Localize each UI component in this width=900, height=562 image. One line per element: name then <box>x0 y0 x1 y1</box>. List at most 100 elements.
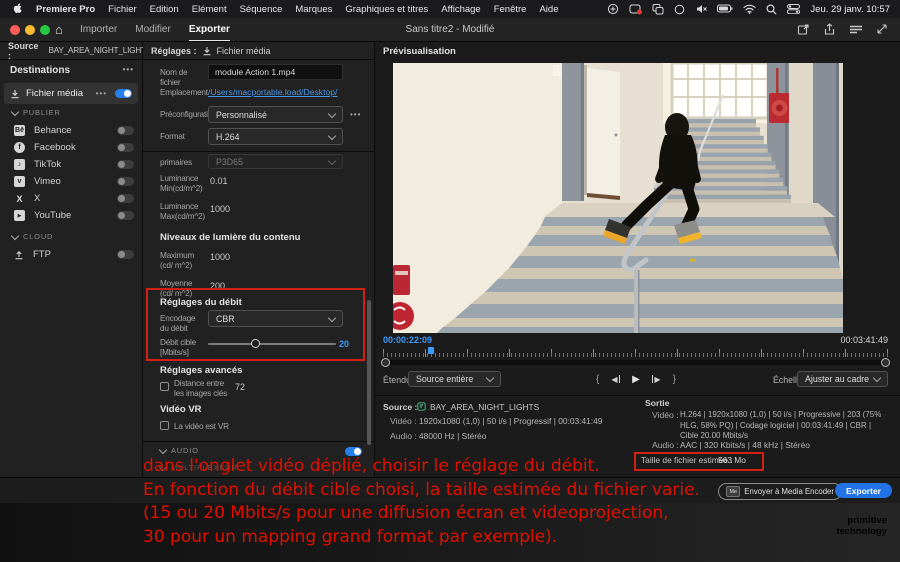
publish-group-header[interactable]: PUBLIER <box>12 108 61 117</box>
light-max-value[interactable]: 1000 <box>210 252 230 262</box>
spotlight-search-icon[interactable] <box>766 4 777 15</box>
target-bitrate-value[interactable]: 20 <box>339 339 349 349</box>
share-icon[interactable] <box>823 23 836 36</box>
tiktok-toggle[interactable] <box>117 160 134 169</box>
vr-checkbox[interactable] <box>160 421 169 430</box>
menu-element[interactable]: Elément <box>192 4 227 15</box>
format-label: Format <box>160 132 206 142</box>
scale-dropdown[interactable]: Ajuster au cadre <box>797 371 888 387</box>
timeline-ruler[interactable] <box>383 348 888 357</box>
step-bar <box>652 375 654 383</box>
destination-x[interactable]: X X <box>14 190 134 207</box>
mute-icon[interactable] <box>695 3 707 15</box>
slider-knob[interactable] <box>251 339 260 348</box>
destination-ftp[interactable]: FTP <box>14 246 134 263</box>
preset-dropdown[interactable]: Personnalisé <box>208 106 343 123</box>
tab-modifier[interactable]: Modifier <box>135 18 171 41</box>
vr-checkbox-label: La vidéo est VR <box>174 422 264 432</box>
play-button[interactable]: ▶ <box>632 374 640 385</box>
audio-section-header[interactable]: AUDIO <box>160 446 199 455</box>
light-avg-label: Moyenne (cd/ m^2) <box>160 279 206 298</box>
menu-sequence[interactable]: Séquence <box>240 4 283 15</box>
input-source-icon[interactable] <box>607 3 619 15</box>
menu-fichier[interactable]: Fichier <box>108 4 137 15</box>
macos-menu-bar: Premiere Pro Fichier Edition Elément Séq… <box>0 0 900 18</box>
behance-toggle[interactable] <box>117 126 134 135</box>
x-toggle[interactable] <box>117 194 134 203</box>
mark-out-icon[interactable]: } <box>673 374 676 385</box>
step-back-button[interactable]: ◀ <box>611 375 620 384</box>
destination-tiktok[interactable]: ♪ TikTok <box>14 156 134 173</box>
range-out-handle[interactable] <box>881 358 890 367</box>
mirroring-icon[interactable] <box>652 3 664 15</box>
destination-vimeo[interactable]: v Vimeo <box>14 173 134 190</box>
menu-edition[interactable]: Edition <box>150 4 179 15</box>
screen-record-icon[interactable] <box>629 3 642 15</box>
format-dropdown[interactable]: H.264 <box>208 128 343 145</box>
download-icon <box>202 46 212 56</box>
destination-youtube[interactable]: ▶ YouTube <box>14 207 134 224</box>
destinations-menu-icon[interactable]: ••• <box>123 65 134 76</box>
step-forward-button[interactable]: ▶ <box>652 375 661 384</box>
menu-aide[interactable]: Aide <box>539 4 558 15</box>
premiere-pro-export-screen: Premiere Pro Fichier Edition Elément Séq… <box>0 0 900 562</box>
fullscreen-icon[interactable] <box>876 23 888 35</box>
menu-marques[interactable]: Marques <box>295 4 332 15</box>
menu-affichage[interactable]: Affichage <box>441 4 480 15</box>
filename-input[interactable] <box>208 64 343 80</box>
destination-fichier-media[interactable]: Fichier média ••• <box>4 83 138 104</box>
location-link[interactable]: /Users/macportable.load/Desktop/ <box>208 87 337 97</box>
menu-bar-clock[interactable]: Jeu. 29 janv. 10:57 <box>810 4 890 15</box>
menu-fenetre[interactable]: Fenêtre <box>494 4 527 15</box>
chevron-down-icon <box>486 374 494 382</box>
tab-importer[interactable]: Importer <box>80 18 117 41</box>
facebook-toggle[interactable] <box>117 143 134 152</box>
summary-source-name: BAY_AREA_NIGHT_LIGHTS <box>430 402 539 412</box>
wifi-icon[interactable] <box>743 4 756 14</box>
timecode-current: 00:00:22:09 <box>383 335 432 345</box>
keyframe-value[interactable]: 72 <box>235 382 245 392</box>
send-to-media-encoder-button[interactable]: Me Envoyer à Media Encoder <box>718 483 842 500</box>
shortcuts-icon[interactable] <box>674 4 685 15</box>
ftp-toggle[interactable] <box>117 250 134 259</box>
range-dropdown[interactable]: Source entière <box>408 371 501 387</box>
luminance-max-value[interactable]: 1000 <box>210 204 230 214</box>
minimize-window-button[interactable] <box>25 25 35 35</box>
battery-icon[interactable] <box>717 4 733 14</box>
settings-scrollbar[interactable] <box>367 300 371 445</box>
menu-premiere-pro[interactable]: Premiere Pro <box>36 4 95 15</box>
control-center-icon[interactable] <box>787 4 800 14</box>
source-project-name: BAY_AREA_NIGHT_LIGHTS <box>49 46 152 55</box>
menu-graphiques[interactable]: Graphiques et titres <box>345 4 428 15</box>
destination-options-icon[interactable]: ••• <box>96 89 107 98</box>
quick-export-icon[interactable] <box>797 23 810 36</box>
destination-facebook[interactable]: f Facebook <box>14 139 134 156</box>
apple-logo-icon[interactable] <box>12 3 23 15</box>
workspace-icon[interactable] <box>849 23 863 36</box>
light-avg-value[interactable]: 200 <box>210 281 225 291</box>
home-icon[interactable]: ⌂ <box>55 22 63 37</box>
summ-src-video-value: 1920x1080 (1,0) | 50 i/s | Progressif | … <box>419 416 602 426</box>
range-in-handle[interactable] <box>381 358 390 367</box>
preset-options-icon[interactable]: ••• <box>350 110 361 119</box>
audio-toggle[interactable] <box>345 447 362 456</box>
zoom-window-button[interactable] <box>40 25 50 35</box>
destination-behance[interactable]: Bē Behance <box>14 122 134 139</box>
playhead-marker[interactable] <box>428 347 434 354</box>
keyframe-checkbox[interactable] <box>160 382 169 391</box>
vimeo-toggle[interactable] <box>117 177 134 186</box>
download-icon <box>10 89 20 99</box>
cloud-group-header[interactable]: CLOUD <box>12 232 53 241</box>
fichier-media-toggle[interactable] <box>115 89 132 98</box>
mux-section-header[interactable]: MULTIPLEXEUR <box>160 463 238 472</box>
close-window-button[interactable] <box>10 25 20 35</box>
encoding-dropdown[interactable]: CBR <box>208 310 343 327</box>
mark-in-icon[interactable]: { <box>596 374 599 385</box>
tab-exporter[interactable]: Exporter <box>189 18 230 41</box>
primaries-label: primaires <box>160 158 206 168</box>
luminance-min-value[interactable]: 0.01 <box>210 176 228 186</box>
target-bitrate-slider[interactable] <box>208 343 336 345</box>
range-scrubber[interactable] <box>383 360 888 365</box>
youtube-toggle[interactable] <box>117 211 134 220</box>
export-button[interactable]: Exporter <box>835 483 892 498</box>
